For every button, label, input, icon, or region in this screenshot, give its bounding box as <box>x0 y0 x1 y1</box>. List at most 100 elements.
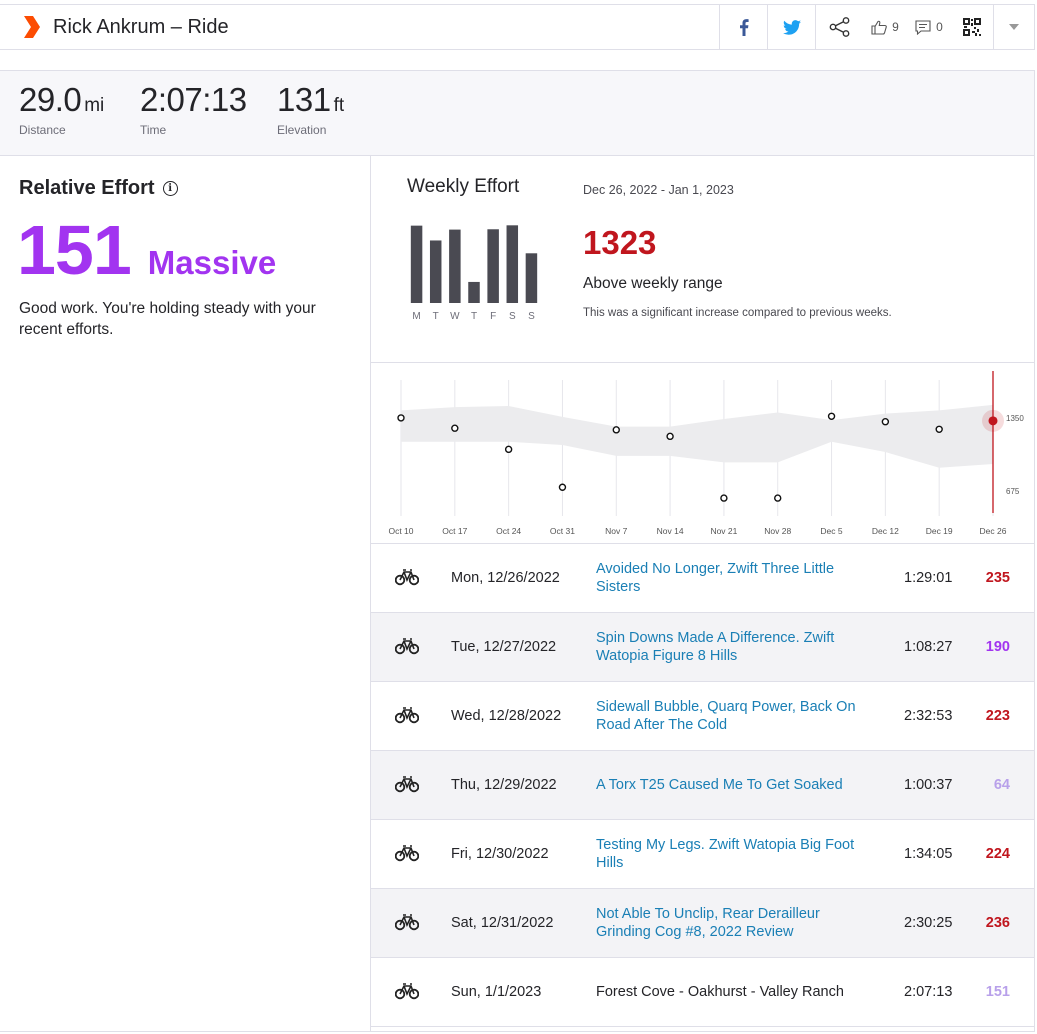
header-actions: 9 0 <box>719 5 1034 49</box>
weekly-effort-total: 1323 <box>583 224 657 261</box>
weekly-effort-chart: 675 1350 Oct 10 Oct 17 Oct 24 Oct 31 Nov 7 Nov … <box>371 363 1034 544</box>
activity-row[interactable]: Sat, 12/31/2022 Not Able To Unclip, Rear … <box>371 889 1034 958</box>
activity-effort: 190 <box>985 639 1010 655</box>
x-tick-label: Dec 19 <box>926 526 953 536</box>
activity-name-link[interactable]: A Torx T25 Caused Me To Get Soaked <box>596 776 861 794</box>
facebook-share-button[interactable] <box>719 5 767 49</box>
x-tick-label: Oct 10 <box>388 526 413 536</box>
x-tick-label: Dec 26 <box>980 526 1007 536</box>
day-bar <box>449 229 461 303</box>
day-label: T <box>470 311 478 322</box>
data-point <box>504 445 513 454</box>
data-point <box>827 412 836 420</box>
stat-value: 2:07:13 <box>140 81 247 118</box>
comment-count: 0 <box>936 20 943 34</box>
share-button[interactable] <box>815 5 863 49</box>
bike-icon <box>395 983 419 1000</box>
twitter-icon <box>782 19 801 35</box>
comment-button[interactable]: 0 <box>907 5 951 49</box>
activity-name-link[interactable]: Not Able To Unclip, Rear Derailleur Grin… <box>596 905 861 941</box>
stat-unit: mi <box>84 95 105 116</box>
bike-icon <box>395 845 419 862</box>
x-tick-label: Dec 12 <box>872 526 899 536</box>
weekly-effort-title: Weekly Effort <box>407 176 520 197</box>
activity-date: Sun, 1/1/2023 <box>451 984 542 1000</box>
data-point <box>558 483 567 491</box>
day-label: F <box>490 311 497 322</box>
activity-time: 1:08:27 <box>904 639 953 655</box>
x-tick-label: Nov 21 <box>710 526 737 536</box>
day-bar <box>429 240 442 303</box>
activity-time: 2:32:53 <box>904 708 953 724</box>
activity-time: 1:29:01 <box>904 570 953 586</box>
stat-time: 2:07:13 Time <box>140 81 250 137</box>
activity-time: 1:00:37 <box>904 777 953 793</box>
x-tick-label: Nov 28 <box>764 526 791 536</box>
activity-row[interactable]: Thu, 12/29/2022 A Torx T25 Caused Me To G… <box>371 751 1034 820</box>
activity-name-link[interactable]: Spin Downs Made A Difference. Zwift Wato… <box>596 629 861 665</box>
weekly-day-labels: M T W T F S S <box>407 311 541 322</box>
weekly-date-range: Dec 26, 2022 - Jan 1, 2023 <box>583 183 734 197</box>
activity-date: Fri, 12/30/2022 <box>451 846 549 862</box>
activity-row[interactable]: Sun, 1/1/2023 Forest Cove - Oakhurst - Va… <box>371 958 1034 1027</box>
kudos-button[interactable]: 9 <box>863 5 907 49</box>
activity-time: 1:34:05 <box>904 846 953 862</box>
weekly-range-band <box>401 404 993 468</box>
activity-name-link[interactable]: Avoided No Longer, Zwift Three Little Si… <box>596 560 861 596</box>
bike-icon <box>395 914 419 931</box>
activity-header: Rick Ankrum – Ride 9 0 <box>0 4 1035 50</box>
activity-name-link[interactable]: Testing My Legs. Zwift Watopia Big Foot … <box>596 836 861 872</box>
activity-row[interactable]: Mon, 12/26/2022 Avoided No Longer, Zwift … <box>371 544 1034 613</box>
weekly-effort-chart-svg: 675 1350 Oct 10 Oct 17 Oct 24 Oct 31 Nov 7 Nov … <box>388 371 1024 536</box>
y-tick-label: 675 <box>1006 487 1020 496</box>
x-tick-label: Oct 31 <box>550 526 575 536</box>
stat-label: Elevation <box>277 123 327 137</box>
kudos-count: 9 <box>892 20 899 34</box>
activity-time: 2:07:13 <box>904 984 953 1000</box>
bike-icon <box>395 707 419 724</box>
data-point <box>666 432 674 441</box>
bike-icon <box>395 569 419 586</box>
day-label: W <box>450 311 460 322</box>
x-tick-label: Oct 17 <box>442 526 467 536</box>
data-point <box>988 416 998 426</box>
strava-logo-icon <box>24 16 40 38</box>
stat-value: 131 <box>277 81 331 118</box>
qr-code-icon <box>963 18 981 36</box>
relative-effort-title: Relative Effort <box>19 177 155 199</box>
x-tick-label: Nov 7 <box>605 526 627 536</box>
facebook-icon <box>739 18 749 36</box>
activity-date: Mon, 12/26/2022 <box>451 570 560 586</box>
chevron-down-icon <box>1009 24 1019 30</box>
comment-icon <box>915 19 931 35</box>
data-point <box>612 426 620 434</box>
activity-row[interactable]: Wed, 12/28/2022 Sidewall Bubble, Quarq Po… <box>371 682 1034 751</box>
qr-code-button[interactable] <box>951 5 993 49</box>
relative-effort-summary: Relative Effort i 151 Massive Good work.… <box>0 156 371 1031</box>
more-options-button[interactable] <box>993 5 1034 49</box>
data-point <box>935 425 943 433</box>
relative-effort-heading: Relative Effort i <box>19 177 178 200</box>
data-point <box>774 494 782 502</box>
activity-row[interactable]: Fri, 12/30/2022 Testing My Legs. Zwift Wa… <box>371 820 1034 889</box>
weekly-effort-status: Above weekly range <box>583 275 723 292</box>
share-icon <box>829 17 849 37</box>
relative-effort-level: Massive <box>147 244 277 281</box>
twitter-share-button[interactable] <box>767 5 815 49</box>
data-point <box>451 424 459 432</box>
activity-effort: 64 <box>993 777 1010 793</box>
activity-name-link[interactable]: Sidewall Bubble, Quarq Power, Back On Ro… <box>596 698 861 734</box>
stat-value: 29.0 <box>19 81 82 118</box>
stat-label: Time <box>140 123 167 137</box>
activity-row[interactable]: Tue, 12/27/2022 Spin Downs Made A Differe… <box>371 613 1034 682</box>
activity-effort: 151 <box>985 984 1010 1000</box>
info-icon[interactable]: i <box>162 181 178 196</box>
day-label: M <box>412 311 421 322</box>
relative-effort-number: 151 <box>17 211 132 289</box>
activity-effort: 235 <box>985 570 1010 586</box>
bike-icon <box>395 776 419 793</box>
weekly-effort-section: Weekly Effort M T W T F S S Dec 26, 2022… <box>371 156 1034 1031</box>
x-tick-label: Nov 14 <box>657 526 684 536</box>
data-point <box>720 494 728 502</box>
activity-name-link: Forest Cove - Oakhurst - Valley Ranch <box>596 984 844 1000</box>
